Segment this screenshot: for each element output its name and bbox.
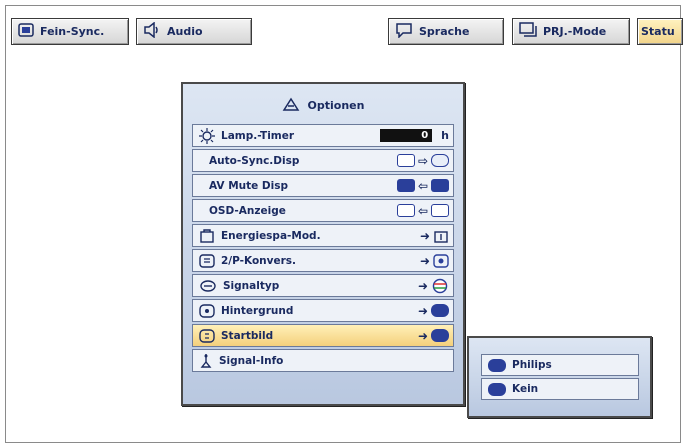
progressive-value-icon bbox=[433, 253, 449, 268]
arrow-right-icon: ➜ bbox=[419, 253, 430, 268]
menu-item-label: 2/P-Konvers. bbox=[221, 254, 297, 267]
menu-item-label: Hintergrund bbox=[221, 304, 294, 317]
philips-logo-icon bbox=[488, 358, 506, 372]
menu-item-label: AV Mute Disp bbox=[209, 179, 288, 192]
submenu-option-label: Kein bbox=[512, 383, 539, 395]
background-value-icon bbox=[431, 304, 449, 317]
speaker-icon bbox=[143, 21, 161, 41]
options-icon bbox=[282, 96, 300, 115]
lamp-timer-unit: h bbox=[441, 129, 449, 142]
menu-item-signal-info[interactable]: Signal-Info bbox=[192, 349, 454, 372]
arrow-right-icon: ➜ bbox=[417, 278, 428, 293]
menu-title: Optionen bbox=[183, 94, 463, 116]
osd-toggle[interactable]: ⇦ bbox=[396, 203, 449, 218]
menu-item-osd-anzeige[interactable]: OSD-Anzeige ⇦ bbox=[192, 199, 454, 222]
tab-audio[interactable]: Audio bbox=[136, 18, 252, 45]
arrow-right-icon: ➜ bbox=[419, 228, 430, 243]
menu-item-label: Energiespa-Mod. bbox=[221, 229, 321, 242]
tab-status[interactable]: Statu bbox=[637, 18, 683, 45]
options-list: Lamp.-Timer 0 h Auto-Sync.Disp ⇨ AV Mute… bbox=[192, 124, 454, 374]
menu-item-2p-konvers[interactable]: 2/P-Konvers. ➜ bbox=[192, 249, 454, 272]
blank-screen-icon bbox=[488, 382, 506, 396]
menu-item-lamp-timer[interactable]: Lamp.-Timer 0 h bbox=[192, 124, 454, 147]
speech-bubble-icon bbox=[395, 22, 413, 41]
projector-mode-icon bbox=[519, 22, 537, 41]
arrow-right-icon: ⇨ bbox=[417, 153, 428, 168]
menu-item-label: Signal-Info bbox=[219, 354, 284, 367]
signal-type-value-icon bbox=[432, 278, 448, 293]
lamp-icon bbox=[199, 127, 215, 144]
auto-sync-toggle[interactable]: ⇨ bbox=[396, 153, 449, 168]
options-menu: Optionen Lamp.-Timer 0 h Auto-Sync.Disp … bbox=[181, 82, 465, 406]
menu-item-label: Lamp.-Timer bbox=[221, 129, 295, 142]
tab-label: Sprache bbox=[419, 25, 470, 38]
av-mute-toggle[interactable]: ⇦ bbox=[396, 178, 449, 193]
lamp-timer-value: 0 bbox=[380, 129, 433, 142]
tab-fein-sync[interactable]: Fein-Sync. bbox=[11, 18, 129, 45]
signal-type-icon bbox=[199, 279, 217, 293]
background-icon bbox=[199, 303, 215, 318]
menu-item-startbild[interactable]: Startbild ➜ bbox=[192, 324, 454, 347]
energy-save-icon bbox=[199, 228, 215, 244]
menu-item-av-mute-disp[interactable]: AV Mute Disp ⇦ bbox=[192, 174, 454, 197]
tab-label: PRJ.-Mode bbox=[543, 25, 607, 38]
on-indicator-icon bbox=[396, 154, 415, 167]
tab-label: Fein-Sync. bbox=[40, 25, 105, 38]
menu-item-auto-sync-disp[interactable]: Auto-Sync.Disp ⇨ bbox=[192, 149, 454, 172]
menu-item-label: OSD-Anzeige bbox=[209, 204, 286, 217]
progressive-icon bbox=[199, 253, 215, 268]
arrow-right-icon: ➜ bbox=[417, 328, 428, 343]
tab-prj-mode[interactable]: PRJ.-Mode bbox=[512, 18, 630, 45]
off-indicator-icon bbox=[431, 204, 449, 217]
tab-label: Statu bbox=[641, 25, 675, 38]
energy-save-value-icon bbox=[434, 230, 448, 243]
menu-item-signaltyp[interactable]: Signaltyp ➜ bbox=[192, 274, 454, 297]
signal-info-icon bbox=[199, 353, 213, 369]
menu-item-label: Signaltyp bbox=[223, 279, 280, 292]
submenu-option-label: Philips bbox=[512, 359, 552, 371]
submenu-option-philips[interactable]: Philips bbox=[481, 354, 639, 376]
arrow-left-icon: ⇦ bbox=[417, 178, 428, 193]
on-indicator-icon bbox=[396, 179, 415, 192]
off-indicator-icon bbox=[431, 179, 449, 192]
arrow-left-icon: ⇦ bbox=[417, 203, 428, 218]
menu-item-label: Startbild bbox=[221, 329, 274, 342]
menu-item-hintergrund[interactable]: Hintergrund ➜ bbox=[192, 299, 454, 322]
menu-item-energiespa-mod[interactable]: Energiespa-Mod. ➜ bbox=[192, 224, 454, 247]
off-indicator-icon bbox=[431, 154, 449, 167]
fine-sync-icon bbox=[18, 23, 34, 40]
tab-label: Audio bbox=[167, 25, 203, 38]
startup-image-icon bbox=[199, 328, 215, 343]
menu-title-text: Optionen bbox=[307, 98, 365, 112]
startup-value-icon bbox=[431, 329, 449, 342]
tab-sprache[interactable]: Sprache bbox=[388, 18, 504, 45]
submenu-option-kein[interactable]: Kein bbox=[481, 378, 639, 400]
menu-item-label: Auto-Sync.Disp bbox=[209, 154, 300, 167]
on-indicator-icon bbox=[396, 204, 415, 217]
arrow-right-icon: ➜ bbox=[417, 303, 428, 318]
startbild-submenu: Philips Kein bbox=[467, 336, 652, 418]
